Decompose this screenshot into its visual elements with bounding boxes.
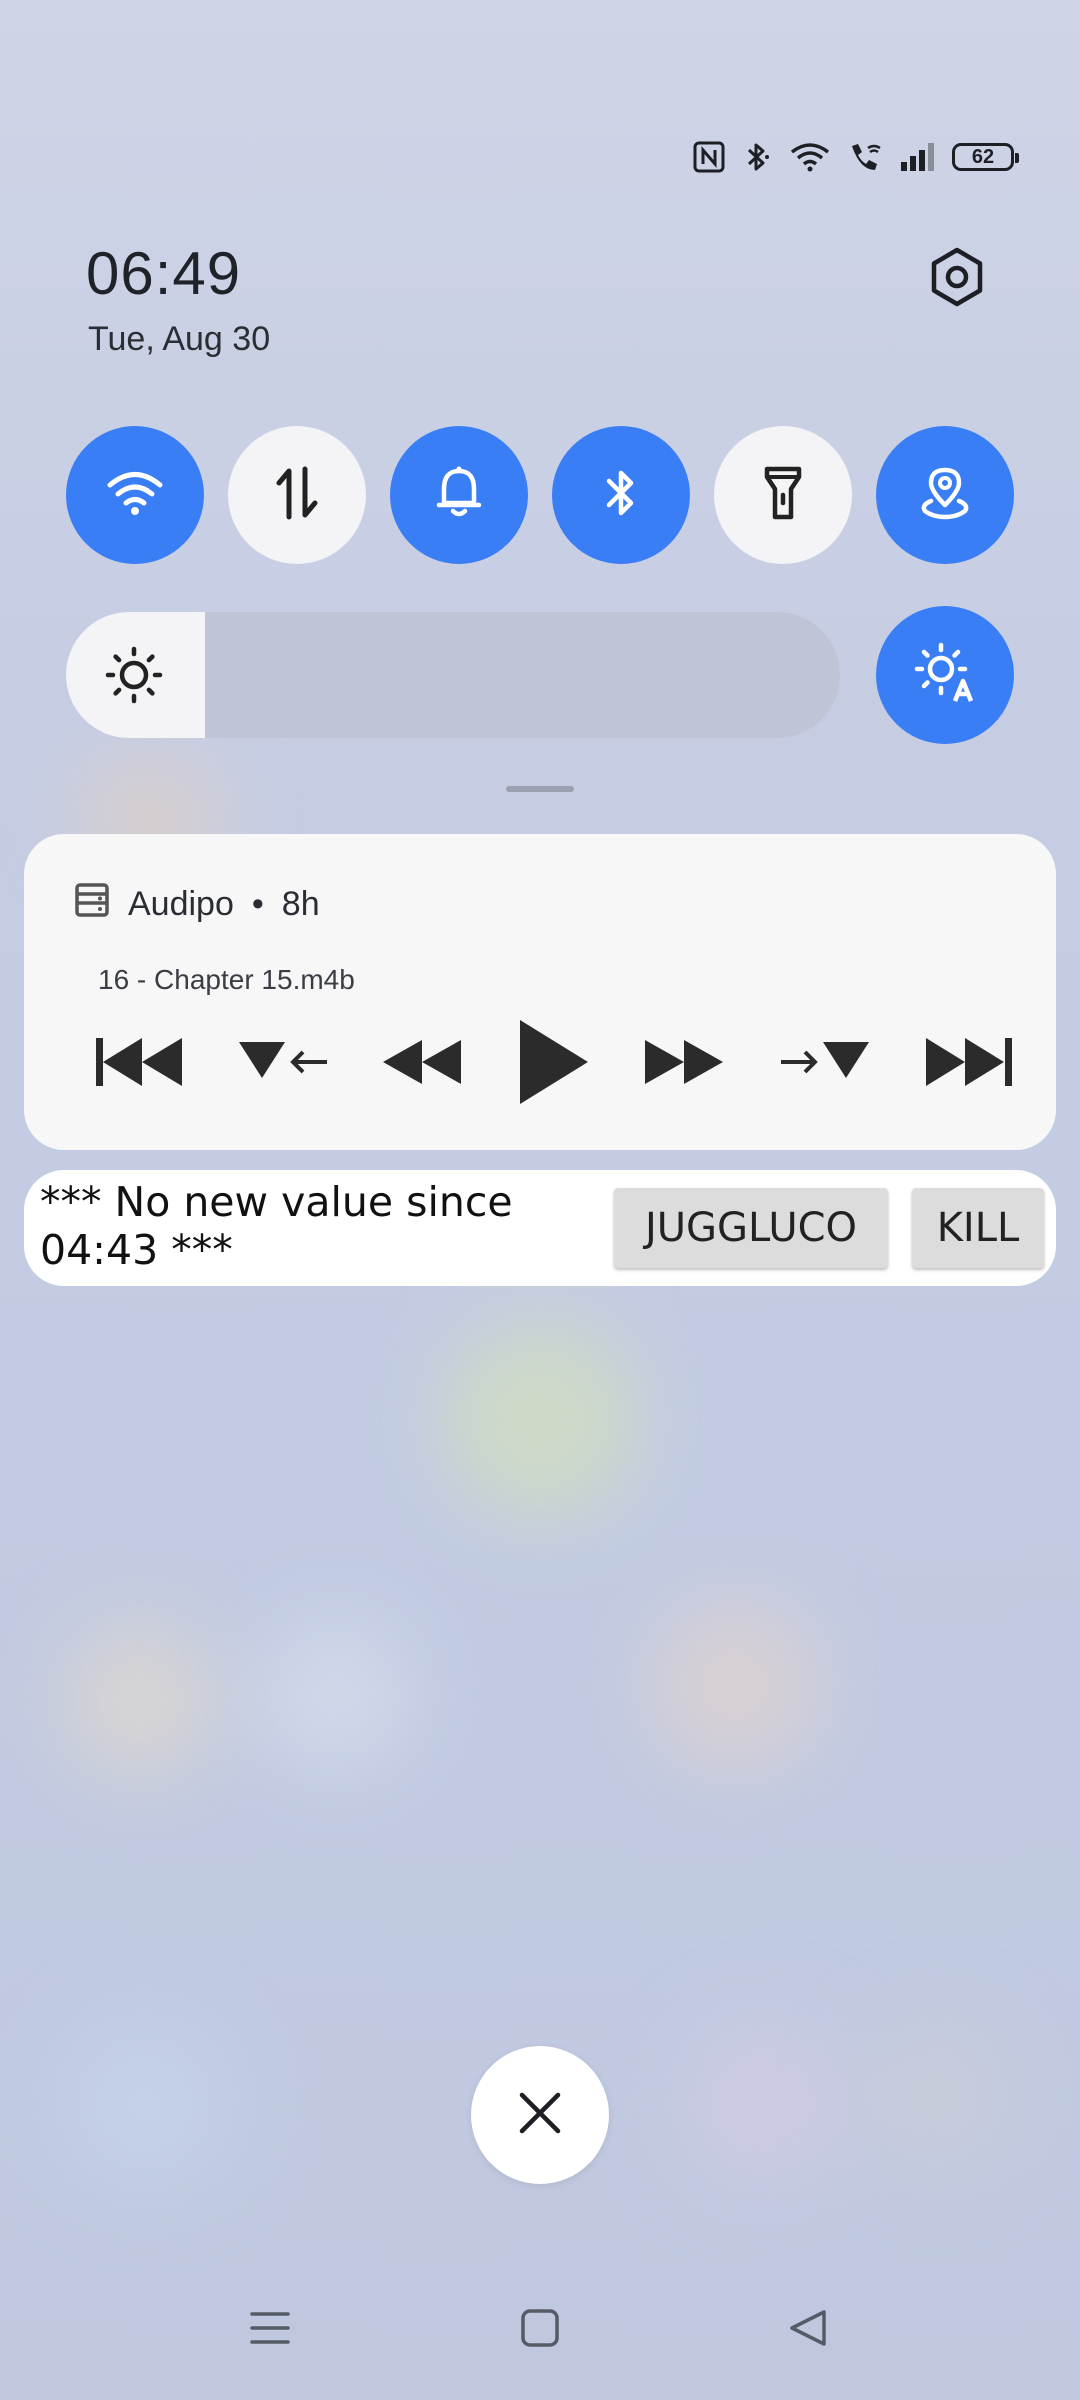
- home-button[interactable]: [520, 2308, 560, 2353]
- wifi-tile[interactable]: [66, 426, 204, 564]
- bluetooth-icon: [601, 465, 641, 526]
- sound-tile[interactable]: [390, 426, 528, 564]
- skip-next-icon: [922, 1034, 1014, 1095]
- date: Tue, Aug 30: [88, 320, 271, 358]
- back-icon: [788, 2308, 828, 2353]
- bell-icon: [434, 465, 484, 526]
- home-icon: [520, 2308, 560, 2353]
- clock: 06:49: [86, 240, 242, 307]
- recents-button[interactable]: [250, 2308, 290, 2353]
- jump-forward-button[interactable]: [779, 1034, 871, 1095]
- data-arrows-icon: [272, 465, 322, 526]
- bluetooth-tile[interactable]: [552, 426, 690, 564]
- wifi-icon: [106, 468, 164, 523]
- rewind-button[interactable]: [381, 1034, 465, 1095]
- status-bar: 62: [692, 140, 1019, 174]
- app-icon: [74, 882, 110, 927]
- gear-icon: [926, 246, 988, 313]
- notification-age: 8h: [281, 885, 320, 923]
- quick-settings-tiles: [66, 426, 1014, 564]
- juggluco-button[interactable]: JUGGLUCO: [614, 1188, 888, 1268]
- fast-forward-button[interactable]: [643, 1034, 727, 1095]
- jump-forward-icon: [779, 1034, 871, 1095]
- wifi-call-icon: [846, 140, 884, 174]
- media-controls: [94, 1016, 1014, 1112]
- app-name: Audipo: [128, 885, 234, 923]
- auto-brightness-icon: [913, 641, 977, 710]
- flashlight-tile[interactable]: [714, 426, 852, 564]
- glucose-alert-message: *** No new value since 04:43 ***: [40, 1178, 513, 1274]
- panel-drag-handle[interactable]: [506, 786, 574, 792]
- jump-back-button[interactable]: [237, 1034, 329, 1095]
- play-button[interactable]: [516, 1018, 592, 1111]
- kill-button[interactable]: KILL: [912, 1188, 1044, 1268]
- location-tile[interactable]: [876, 426, 1014, 564]
- skip-previous-icon: [94, 1034, 186, 1095]
- skip-previous-button[interactable]: [94, 1034, 186, 1095]
- juggluco-notification[interactable]: *** No new value since 04:43 *** JUGGLUC…: [24, 1170, 1056, 1286]
- brightness-slider[interactable]: [66, 612, 840, 738]
- auto-brightness-button[interactable]: [876, 606, 1014, 744]
- navigation-bar: [0, 2300, 1080, 2364]
- settings-button[interactable]: [922, 244, 992, 314]
- battery-indicator: 62: [952, 143, 1019, 171]
- media-notification[interactable]: Audipo • 8h 16 - Chapter 15.m4b: [24, 834, 1056, 1150]
- location-icon: [917, 465, 973, 526]
- close-icon: [516, 2089, 564, 2142]
- sun-icon: [104, 645, 164, 710]
- mobile-data-tile[interactable]: [228, 426, 366, 564]
- flashlight-icon: [761, 463, 805, 528]
- signal-icon: [898, 140, 938, 174]
- back-button[interactable]: [788, 2308, 828, 2353]
- dismiss-all-button[interactable]: [471, 2046, 609, 2184]
- nfc-icon: [692, 140, 726, 174]
- jump-back-icon: [237, 1034, 329, 1095]
- track-title: 16 - Chapter 15.m4b: [98, 964, 355, 995]
- fast-forward-icon: [643, 1034, 727, 1095]
- separator: •: [251, 885, 264, 923]
- menu-icon: [250, 2308, 290, 2353]
- play-icon: [516, 1018, 592, 1111]
- bluetooth-icon: [740, 140, 774, 174]
- skip-next-button[interactable]: [922, 1034, 1014, 1095]
- wifi-icon: [788, 140, 832, 174]
- media-header: Audipo • 8h: [74, 882, 320, 927]
- rewind-icon: [381, 1034, 465, 1095]
